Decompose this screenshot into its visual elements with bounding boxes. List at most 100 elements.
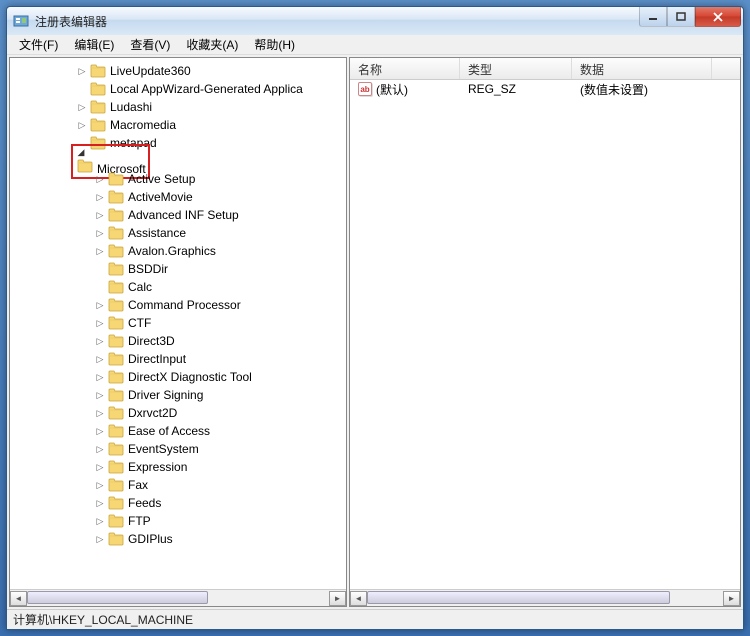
window-controls [639,7,741,27]
expand-icon[interactable]: ▷ [94,353,106,365]
values-header[interactable]: 名称类型数据 [350,58,740,80]
folder-icon [108,226,124,240]
tree-item[interactable]: ▷ Ludashi [10,98,346,116]
expand-icon[interactable]: ▷ [94,425,106,437]
scroll-right-button[interactable]: ► [329,591,346,606]
collapse-icon[interactable]: ◢ [75,147,87,159]
value-type: REG_SZ [460,82,572,96]
expand-icon[interactable]: ▷ [94,227,106,239]
expand-icon[interactable]: ▷ [94,407,106,419]
tree-item-label: Ludashi [110,100,152,114]
values-pane: 名称类型数据 ab(默认)REG_SZ(数值未设置) ◄ ► [349,57,741,607]
folder-icon [108,262,124,276]
tree-item[interactable]: ▷Ease of Access [10,422,346,440]
menu-item[interactable]: 收藏夹(A) [178,34,246,55]
tree-item[interactable]: ▷Active Setup [10,170,346,188]
expand-icon[interactable]: ▷ [94,371,106,383]
value-data: (数值未设置) [572,81,712,98]
menu-item[interactable]: 帮助(H) [246,34,303,55]
tree-item[interactable]: ◢Microsoft [10,152,346,170]
scroll-left-button[interactable]: ◄ [350,591,367,606]
tree-item-label: BSDDir [128,262,168,276]
tree-item[interactable]: BSDDir [10,260,346,278]
maximize-button[interactable] [667,7,695,27]
tree-item[interactable]: ▷ CTF [10,314,346,332]
tree-item[interactable]: ▷Assistance [10,224,346,242]
tree-item[interactable]: Local AppWizard-Generated Applica [10,80,346,98]
menu-item[interactable]: 编辑(E) [66,34,122,55]
tree-item-label: Fax [128,478,148,492]
scroll-thumb[interactable] [27,591,208,604]
expand-icon[interactable]: ▷ [94,533,106,545]
expand-icon[interactable]: ▷ [76,101,88,113]
expand-icon[interactable]: ▷ [94,173,106,185]
tree-item[interactable]: ▷Macromedia [10,116,346,134]
expand-icon[interactable]: ▷ [76,65,88,77]
menu-item[interactable]: 查看(V) [122,34,178,55]
scroll-track[interactable] [27,591,329,606]
tree-item-label: Advanced INF Setup [128,208,239,222]
values-hscrollbar[interactable]: ◄ ► [350,589,740,606]
scroll-left-button[interactable]: ◄ [10,591,27,606]
expand-icon[interactable]: ▷ [94,479,106,491]
column-header[interactable]: 数据 [572,58,712,79]
tree-item[interactable]: ▷ Dxrvct2D [10,404,346,422]
expand-icon[interactable]: ▷ [94,443,106,455]
tree-item[interactable]: ▷ActiveMovie [10,188,346,206]
scroll-thumb[interactable] [367,591,670,604]
tree-item[interactable]: ▷DirectX Diagnostic Tool [10,368,346,386]
registry-tree[interactable]: ▷LiveUpdate360Local AppWizard-Generated … [10,58,346,589]
folder-icon [77,159,93,173]
tree-item[interactable]: ▷LiveUpdate360 [10,62,346,80]
expand-icon[interactable]: ▷ [94,245,106,257]
expand-icon[interactable]: ▷ [94,515,106,527]
tree-item-label: EventSystem [128,442,199,456]
close-icon [712,12,724,22]
string-value-icon: ab [358,82,372,96]
tree-item-label: Calc [128,280,152,294]
folder-icon [90,100,106,114]
expand-icon[interactable]: ▷ [94,389,106,401]
titlebar[interactable]: 注册表编辑器 [7,7,743,35]
tree-item[interactable]: ▷Driver Signing [10,386,346,404]
expand-icon[interactable]: ▷ [94,299,106,311]
scroll-right-button[interactable]: ► [723,591,740,606]
tree-item-label: CTF [128,316,151,330]
expand-placeholder [94,281,106,293]
tree-item[interactable]: metapad [10,134,346,152]
minimize-button[interactable] [639,7,667,27]
close-button[interactable] [695,7,741,27]
column-header[interactable]: 名称 [350,58,460,79]
expand-icon[interactable]: ▷ [76,119,88,131]
tree-item-label: Dxrvct2D [128,406,177,420]
menu-item[interactable]: 文件(F) [11,34,66,55]
registry-editor-window: 注册表编辑器 文件(F)编辑(E)查看(V)收藏夹(A)帮助(H) ▷LiveU… [6,6,744,630]
value-row[interactable]: ab(默认)REG_SZ(数值未设置) [350,80,740,98]
tree-item[interactable]: ▷Feeds [10,494,346,512]
expand-icon[interactable]: ▷ [94,209,106,221]
tree-item[interactable]: ▷Expression [10,458,346,476]
tree-item[interactable]: ▷FTP [10,512,346,530]
folder-icon [108,316,124,330]
tree-item[interactable]: ▷ EventSystem [10,440,346,458]
tree-item[interactable]: ▷Direct3D [10,332,346,350]
tree-item[interactable]: ▷DirectInput [10,350,346,368]
column-header[interactable]: 类型 [460,58,572,79]
folder-icon [108,334,124,348]
scroll-track[interactable] [367,591,723,606]
expand-icon[interactable]: ▷ [94,317,106,329]
expand-icon[interactable]: ▷ [94,191,106,203]
values-list[interactable]: ab(默认)REG_SZ(数值未设置) [350,80,740,589]
tree-item[interactable]: ▷ Advanced INF Setup [10,206,346,224]
tree-item[interactable]: ▷ Fax [10,476,346,494]
tree-pane: ▷LiveUpdate360Local AppWizard-Generated … [9,57,347,607]
folder-icon [108,298,124,312]
expand-icon[interactable]: ▷ [94,335,106,347]
expand-icon[interactable]: ▷ [94,461,106,473]
tree-item[interactable]: Calc [10,278,346,296]
tree-hscrollbar[interactable]: ◄ ► [10,589,346,606]
tree-item[interactable]: ▷Avalon.Graphics [10,242,346,260]
tree-item[interactable]: ▷Command Processor [10,296,346,314]
tree-item[interactable]: ▷GDIPlus [10,530,346,548]
expand-icon[interactable]: ▷ [94,497,106,509]
